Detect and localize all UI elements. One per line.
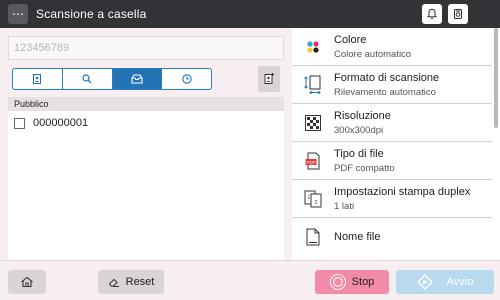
settings-icon xyxy=(454,9,462,19)
list-item[interactable]: 000000001 xyxy=(8,111,284,135)
duplex-icon: 1 2 xyxy=(302,188,324,210)
tab-box[interactable] xyxy=(112,69,163,89)
setting-file-type-value: PDF compatto xyxy=(334,162,395,174)
list-item-label: 000000001 xyxy=(33,117,89,129)
destination-panel: Pubblico 000000001 xyxy=(0,28,292,261)
history-icon xyxy=(181,74,192,84)
color-icon xyxy=(302,36,324,58)
setting-duplex[interactable]: 1 2 Impostazioni stampa duplex 1 lati xyxy=(292,180,492,218)
start-label: Avvio xyxy=(446,276,474,288)
settings-scrollbar[interactable] xyxy=(494,28,498,128)
svg-text:PDF: PDF xyxy=(307,159,316,164)
scan-size-icon xyxy=(302,74,324,96)
resolution-icon xyxy=(302,112,324,134)
list-header: Pubblico xyxy=(8,97,284,111)
svg-text:1: 1 xyxy=(308,195,311,201)
destination-tabs xyxy=(12,68,212,90)
search-icon xyxy=(82,74,92,84)
box-icon xyxy=(131,74,143,84)
bottom-bar: Reset Stop Avvio xyxy=(0,260,500,300)
setting-file-type-name: Tipo di file xyxy=(334,147,384,160)
setting-color-value: Colore automatico xyxy=(334,48,412,60)
home-icon xyxy=(21,276,33,288)
setting-resolution-value: 300x300dpi xyxy=(334,124,384,136)
menu-dots-icon: ⋯ xyxy=(12,7,24,21)
setting-file-type[interactable]: PDF Tipo di file PDF compatto xyxy=(292,142,492,180)
tab-history[interactable] xyxy=(162,69,211,89)
home-button[interactable] xyxy=(8,270,46,294)
setting-file-name-name: Nome file xyxy=(334,231,381,243)
address-detail-icon xyxy=(264,73,274,84)
page-title: Scansione a casella xyxy=(36,7,147,21)
stop-label: Stop xyxy=(351,276,375,288)
bell-icon xyxy=(427,8,437,19)
setting-resolution-name: Risoluzione xyxy=(334,109,391,122)
stop-button[interactable]: Stop xyxy=(315,270,389,294)
tab-address-book[interactable] xyxy=(13,69,63,89)
setting-scan-size[interactable]: Formato di scansione Rilevamento automat… xyxy=(292,66,492,104)
address-detail-button[interactable] xyxy=(258,66,280,92)
tab-search[interactable] xyxy=(63,69,113,89)
pdf-file-icon: PDF xyxy=(302,150,324,172)
address-book-icon xyxy=(33,74,42,84)
box-list: 000000001 xyxy=(8,111,284,261)
menu-button[interactable]: ⋯ xyxy=(8,4,28,24)
setting-scan-size-value: Rilevamento automatico xyxy=(334,86,436,98)
setting-file-name[interactable]: Nome file xyxy=(292,218,492,256)
setting-duplex-value: 1 lati xyxy=(334,200,355,212)
setting-scan-size-name: Formato di scansione xyxy=(334,71,440,84)
svg-text:2: 2 xyxy=(315,200,318,206)
start-diamond-icon xyxy=(416,274,433,290)
destination-input[interactable] xyxy=(8,36,284,60)
settings-panel: Colore Colore automatico Formato di scan… xyxy=(292,28,500,260)
settings-button[interactable] xyxy=(448,4,468,24)
reset-label: Reset xyxy=(125,276,155,288)
start-button[interactable]: Avvio xyxy=(396,270,494,294)
file-name-icon xyxy=(302,226,324,248)
eraser-icon xyxy=(108,278,119,287)
reset-button[interactable]: Reset xyxy=(98,270,164,294)
setting-color[interactable]: Colore Colore automatico xyxy=(292,28,492,66)
stop-icon xyxy=(329,274,346,290)
notifications-button[interactable] xyxy=(422,4,442,24)
list-item-checkbox[interactable] xyxy=(14,117,25,129)
setting-color-name: Colore xyxy=(334,33,367,46)
setting-duplex-name: Impostazioni stampa duplex xyxy=(334,185,471,198)
top-bar: ⋯ Scansione a casella xyxy=(0,0,500,28)
setting-resolution[interactable]: Risoluzione 300x300dpi xyxy=(292,104,492,142)
